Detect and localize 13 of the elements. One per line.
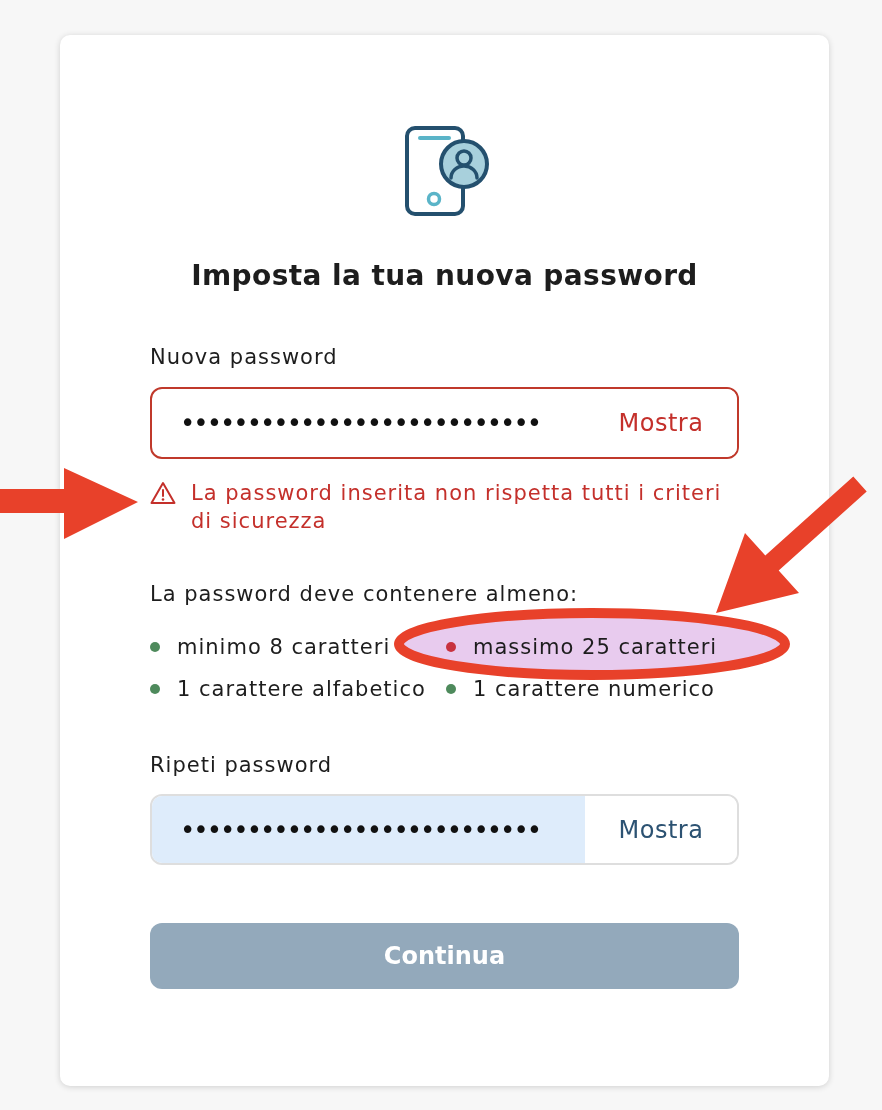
requirement-text: 1 carattere numerico	[473, 677, 715, 701]
requirement-text: 1 carattere alfabetico	[177, 677, 426, 701]
page-title: Imposta la tua nuova password	[190, 258, 699, 294]
warning-icon	[150, 481, 176, 505]
field-label: Ripeti password	[150, 753, 333, 777]
password-field[interactable]: ••••••••••••••••••••••••••• Mostra	[150, 794, 739, 865]
phone-user-icon	[403, 125, 492, 217]
password-field[interactable]: ••••••••••••••••••••••••••• Mostra	[150, 387, 739, 459]
requirement-text: minimo 8 caratteri	[177, 635, 391, 659]
field-label: Nuova password	[150, 345, 338, 369]
requirements-heading: La password deve contenere almeno:	[150, 582, 580, 606]
requirement-text: massimo 25 caratteri	[473, 635, 718, 659]
error-message: La password inserita non rispetta tutti i criteri di sicurezza	[191, 480, 723, 535]
